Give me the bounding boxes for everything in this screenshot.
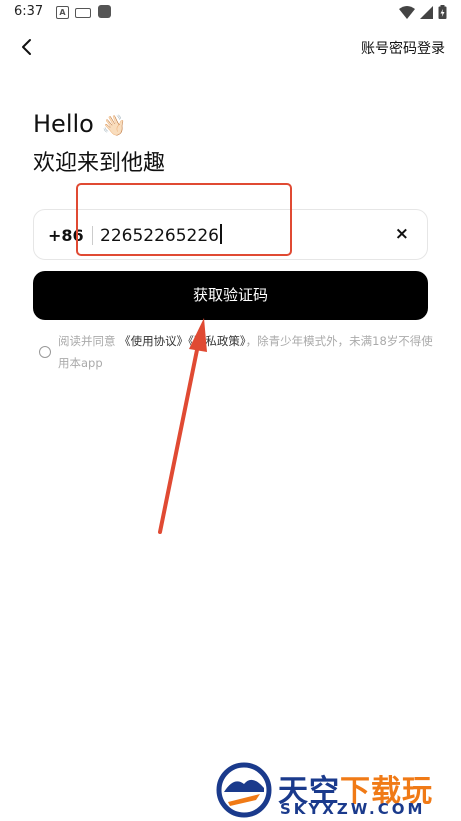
- watermark-logo: 天空下载玩 SKYXZW.COM: [216, 762, 456, 818]
- annotation-arrow: [158, 318, 207, 534]
- watermark-domain: SKYXZW.COM: [280, 800, 426, 818]
- sky-logo-icon: [216, 762, 272, 818]
